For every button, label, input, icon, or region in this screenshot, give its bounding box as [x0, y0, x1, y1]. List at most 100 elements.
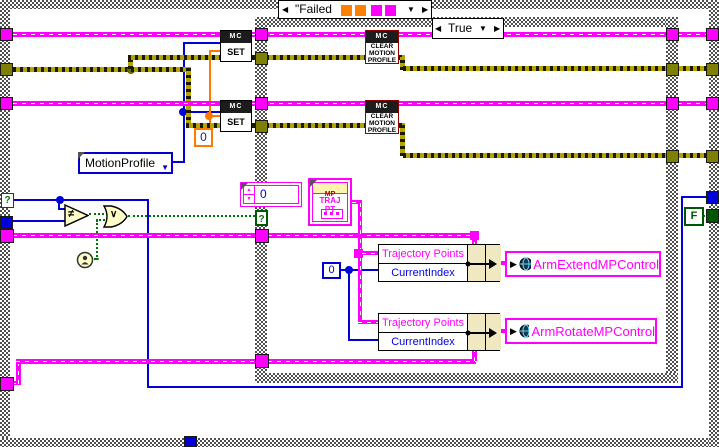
mc-node-header: MC	[366, 31, 398, 43]
outer-case-selector[interactable]: ◀ "Failed ▼ ▶	[278, 0, 432, 19]
outer-case-border-bottom	[0, 438, 719, 447]
case-prev-icon[interactable]: ◀	[435, 24, 441, 34]
fold-corner-icon	[78, 152, 85, 159]
chevron-down-icon[interactable]: ▼	[161, 159, 169, 177]
tunnel-error-inner-left-2[interactable]	[255, 120, 268, 133]
wire-bool-or-to-selector	[128, 215, 255, 217]
tunnel-pink-outer-left-1[interactable]	[0, 28, 13, 41]
spinner-down-icon[interactable]: ▼	[244, 194, 255, 203]
wire-zero-branch-vert	[348, 270, 350, 340]
wire-pink-to-bundle2-tp	[358, 320, 378, 324]
clear-label: CLEAR	[370, 112, 394, 120]
global-arm-extend-mp-control[interactable]: ▶ ArmExtendMPControl	[505, 251, 661, 277]
tunnel-blue-outer-right[interactable]	[706, 191, 719, 204]
inner-selector-terminal[interactable]: ?	[255, 210, 268, 226]
fold-corner-icon	[310, 180, 317, 187]
orange-zero-constant[interactable]: 0	[194, 128, 213, 147]
wire-blue-to-right-tunnel	[683, 196, 708, 198]
tunnel-blue-outer-bottom[interactable]	[184, 436, 197, 447]
bundle-field-trajectory-points[interactable]: Trajectory Points	[379, 245, 467, 264]
index-spinner-control[interactable]: ▲ ▼ 0	[240, 182, 302, 207]
bundle-arrow-icon	[465, 259, 497, 269]
false-constant[interactable]: F	[684, 207, 704, 226]
tunnel-pink-inner-right-2[interactable]	[666, 97, 679, 110]
wire-pink-cluster-left	[13, 233, 255, 238]
wire-error-cmp2-to-right	[403, 153, 706, 158]
bundle-field-trajectory-points[interactable]: Trajectory Points	[379, 314, 467, 333]
mc-set-node-1[interactable]: MC SET	[220, 30, 252, 62]
or-glyph: ∨	[110, 209, 118, 220]
wire-pink-mid-3	[399, 101, 706, 106]
wire-pink-mid-1	[13, 101, 220, 106]
mc-node-header: MC	[221, 31, 251, 43]
wire-bool-acircle-vert	[96, 220, 98, 260]
wire-error-to-set1	[128, 55, 220, 60]
wire-selector-blue-h1	[14, 199, 149, 201]
wire-error-from-left-tunnel	[13, 67, 131, 72]
labview-block-diagram: ◀ "Failed ▼ ▶ ◀ True ▼ ▶ MC SET MC SET M…	[0, 0, 719, 447]
case-prev-icon[interactable]: ◀	[282, 5, 288, 15]
outer-selector-terminal[interactable]: ?	[1, 193, 14, 208]
case-dropdown-icon[interactable]: ▼	[479, 24, 487, 34]
case-next-icon[interactable]: ▶	[422, 5, 428, 15]
inner-case-selector-label[interactable]: True	[448, 21, 472, 35]
motion-profile-enum[interactable]: MotionProfile ▼	[78, 152, 173, 174]
mc-set-node-2[interactable]: MC SET	[220, 100, 252, 132]
tunnel-pink-inner-left-3[interactable]	[255, 229, 269, 243]
profile-label: PROFILE	[367, 126, 397, 134]
inner-case-selector[interactable]: ◀ True ▼ ▶	[432, 18, 504, 39]
tunnel-error-inner-left-1[interactable]	[255, 52, 268, 65]
or-gate-node[interactable]: ∨	[102, 205, 128, 228]
bundle-by-name-2[interactable]: Trajectory Points CurrentIndex	[378, 313, 501, 352]
marker-square-pink-1	[371, 5, 382, 16]
tunnel-pink-inner-left-2[interactable]	[255, 97, 268, 110]
tunnel-error-inner-right-2[interactable]	[666, 150, 679, 163]
case-next-icon[interactable]: ▶	[494, 24, 500, 34]
global-label: ArmRotateMPControl	[531, 323, 655, 339]
wire-blue-long-bottom	[147, 386, 683, 388]
tunnel-pink-inner-left-4[interactable]	[255, 354, 269, 368]
case-dropdown-icon[interactable]: ▼	[407, 5, 415, 15]
tunnel-green-outer-right[interactable]	[706, 209, 719, 223]
tunnel-pink-outer-right-1[interactable]	[706, 28, 719, 41]
mc-clear-motion-profile-node-1[interactable]: MC CLEAR MOTION PROFILE	[365, 30, 399, 64]
abort-status-node[interactable]	[76, 251, 94, 269]
spinner-value[interactable]: 0	[260, 187, 267, 201]
bundle-field-currentindex[interactable]: CurrentIndex	[379, 333, 467, 352]
mc-set-label: SET	[227, 117, 245, 127]
tunnel-pink-outer-left-4[interactable]	[0, 377, 14, 391]
wire-zero-to-bundle2	[348, 339, 378, 341]
clear-label: CLEAR	[370, 42, 394, 50]
tunnel-blue-outer-left[interactable]	[0, 216, 13, 229]
bundle-field-currentindex[interactable]: CurrentIndex	[379, 264, 467, 283]
globe-icon	[519, 257, 532, 271]
tunnel-pink-outer-left-3[interactable]	[0, 229, 14, 243]
tunnel-error-outer-right-1[interactable]	[706, 63, 719, 76]
question-glyph: ?	[4, 195, 11, 206]
not-equal-node[interactable]: ≠	[64, 203, 90, 228]
tunnel-error-inner-right-1[interactable]	[666, 63, 679, 76]
bundle-arrow-icon	[465, 328, 497, 338]
global-arm-rotate-mp-control[interactable]: ▶ ArmRotateMPControl	[505, 318, 657, 344]
tunnel-pink-inner-left-1[interactable]	[255, 28, 268, 41]
wire-orange-to-set2	[209, 115, 220, 117]
mp-trajectory-vi-icon[interactable]: MP TRAJ PT	[308, 178, 352, 226]
tunnel-error-outer-left[interactable]	[0, 63, 13, 76]
wire-error-branch-v	[186, 67, 191, 127]
tunnel-pink-inner-right-1[interactable]	[666, 28, 679, 41]
tunnel-error-outer-right-2[interactable]	[706, 150, 719, 163]
tunnel-pink-outer-left-2[interactable]	[0, 97, 13, 110]
outer-case-selector-label[interactable]: "Failed	[295, 2, 332, 16]
marker-square-orange-1	[341, 5, 352, 16]
wire-pink-top-2	[252, 32, 365, 37]
global-label: ArmExtendMPControl	[533, 256, 659, 272]
false-constant-value: F	[690, 210, 698, 222]
wire-pink-to-bundle1-tp	[362, 251, 378, 255]
wire-error-cmp2-jog	[400, 125, 405, 156]
blue-zero-constant[interactable]: 0	[322, 262, 341, 279]
mc-clear-motion-profile-node-2[interactable]: MC CLEAR MOTION PROFILE	[365, 100, 399, 134]
bundle-by-name-1[interactable]: Trajectory Points CurrentIndex	[378, 244, 501, 283]
question-glyph: ?	[258, 214, 265, 225]
motion-profile-label: MotionProfile	[85, 156, 156, 170]
tunnel-pink-outer-right-2[interactable]	[706, 97, 719, 110]
